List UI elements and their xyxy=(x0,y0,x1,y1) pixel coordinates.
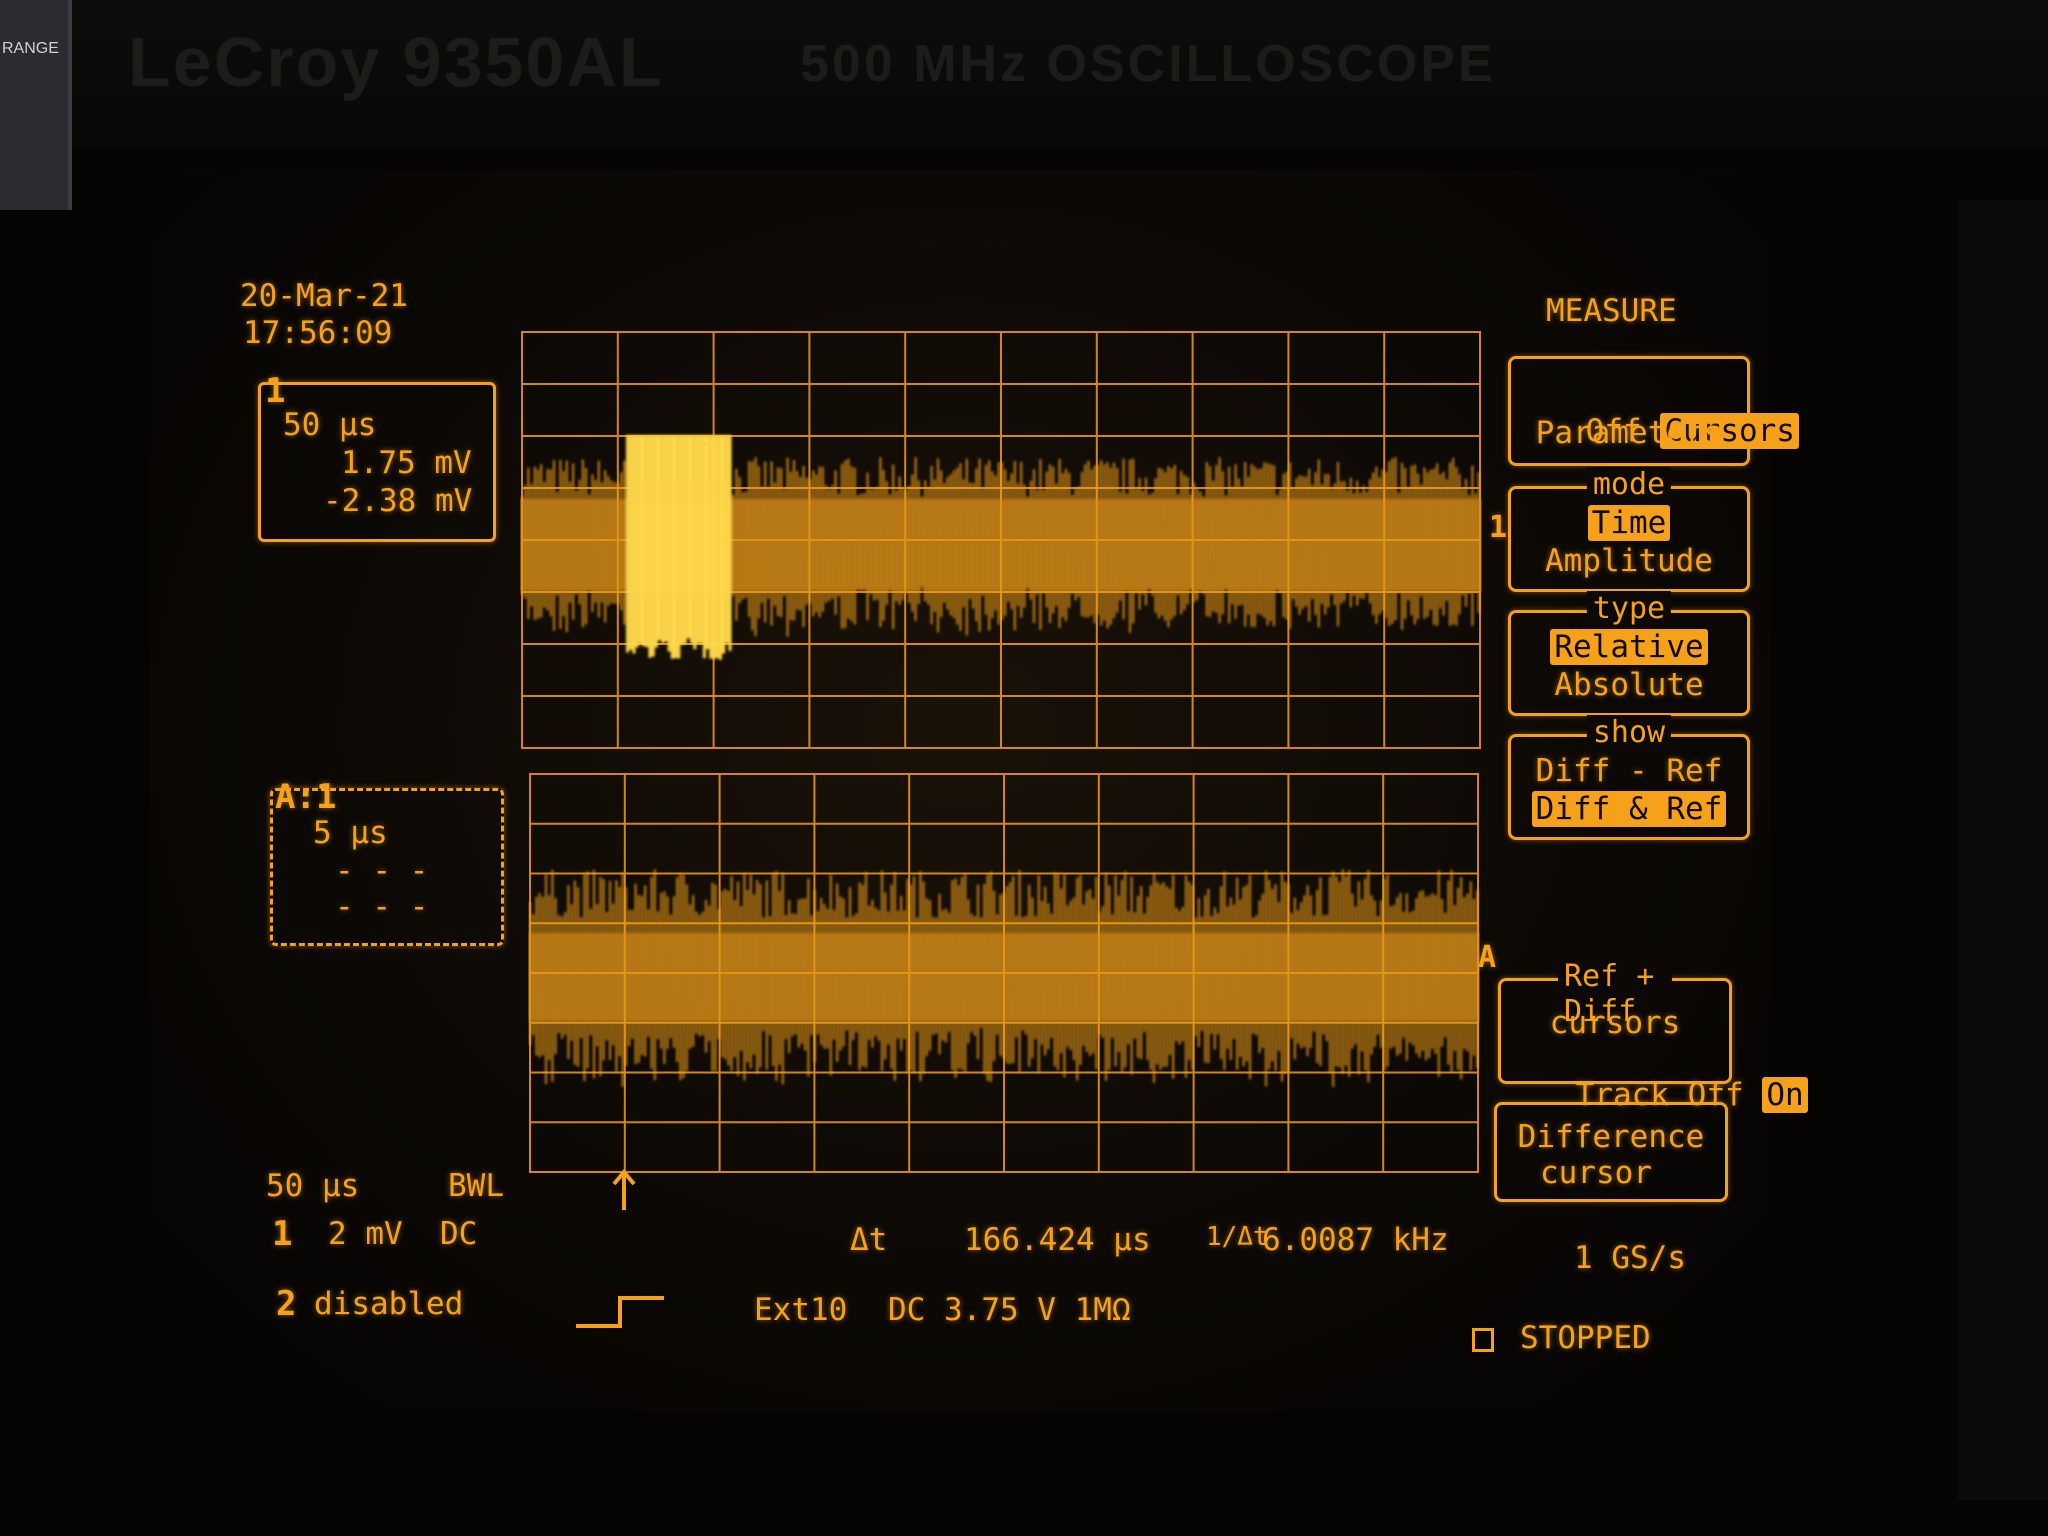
measure-menu-title: MEASURE xyxy=(1546,293,1677,329)
brand-model: LeCroy 9350AL xyxy=(128,23,664,101)
trace1-value2: -2.38 mV xyxy=(323,483,473,519)
type-absolute-option: Absolute xyxy=(1554,667,1704,703)
status-timebase: 50 µs xyxy=(266,1168,360,1204)
trace1-timebase: 50 µs xyxy=(283,407,377,443)
show-button[interactable]: show Diff - Ref Diff & Ref xyxy=(1508,715,1750,840)
trigger-edge-icon xyxy=(576,1296,664,1328)
inverse-delta-t-label: 1/Δt xyxy=(1206,1222,1269,1252)
ch2-number: 2 xyxy=(276,1284,297,1324)
trigger-source: Ext10 xyxy=(754,1292,848,1328)
corner-tag-label: RANGE xyxy=(2,40,59,57)
traceA-timebase: 5 µs xyxy=(313,815,388,851)
mode-amplitude-option: Amplitude xyxy=(1545,543,1713,579)
measure-source-button[interactable]: Off Cursors Parameters xyxy=(1508,356,1799,466)
corner-tag: RANGE xyxy=(0,0,72,210)
ch1-number: 1 xyxy=(272,1214,293,1254)
show-legend: show xyxy=(1586,715,1672,750)
mode-legend: mode xyxy=(1586,467,1672,502)
cursors-label: cursors xyxy=(1549,1005,1681,1041)
track-on-option: On xyxy=(1762,1077,1808,1113)
mode-time-option: Time xyxy=(1587,505,1671,541)
difference-cursor-button[interactable]: Difference cursor xyxy=(1494,1102,1728,1202)
trace1-channel-tag: 1 xyxy=(265,371,286,411)
acquisition-state: STOPPED xyxy=(1520,1320,1651,1356)
brand-description: 500 MHz OSCILLOSCOPE xyxy=(800,35,1496,93)
difference-label: Difference xyxy=(1517,1119,1705,1155)
traceA-marker[interactable]: A xyxy=(1478,940,1496,975)
trace1-marker[interactable]: 1 xyxy=(1489,510,1507,545)
show-diff-minus-ref-option: Diff - Ref xyxy=(1535,753,1723,789)
mode-button[interactable]: mode Time Amplitude xyxy=(1508,467,1750,592)
sample-rate: 1 GS/s xyxy=(1574,1240,1686,1276)
type-button[interactable]: type Relative Absolute xyxy=(1508,591,1750,716)
scope-bezel: RANGE LeCroy 9350AL 500 MHz OSCILLOSCOPE xyxy=(0,0,2048,210)
traceA-value1: - - - xyxy=(335,853,429,889)
delta-t-label: Δt xyxy=(850,1222,888,1258)
trigger-position-arrow xyxy=(612,1168,636,1210)
ch2-setting: disabled xyxy=(314,1286,464,1322)
ch1-setting: 2 mV DC xyxy=(328,1216,478,1252)
traceA-grid xyxy=(528,773,1480,1173)
trace1-value1: 1.75 mV xyxy=(341,445,472,481)
trigger-setting: DC 3.75 V 1MΩ xyxy=(888,1292,1131,1328)
status-bwl: BWL xyxy=(448,1168,504,1204)
bezel-right-edge xyxy=(1958,200,2048,1500)
traceA-value2: - - - xyxy=(335,889,429,925)
traceA-label: A:1 xyxy=(275,777,337,817)
type-legend: type xyxy=(1586,591,1672,626)
delta-t-value: 166.424 µs xyxy=(964,1222,1151,1258)
traceA-info-box[interactable]: A:1 5 µs - - - - - - xyxy=(270,777,504,946)
inverse-delta-t-value: 6.0087 kHz xyxy=(1262,1222,1449,1258)
trace1-grid xyxy=(520,331,1482,749)
option-parameters: Parameters xyxy=(1535,415,1723,451)
track-cursors-button[interactable]: Ref + Diff cursors Track Off On xyxy=(1498,959,1808,1113)
cursor-label: cursor xyxy=(1540,1155,1652,1191)
type-relative-option: Relative xyxy=(1550,629,1708,665)
stopped-square-icon xyxy=(1472,1328,1494,1352)
trace1-info-box[interactable]: 1 50 µs 1.75 mV -2.38 mV xyxy=(258,371,496,542)
time-label: 17:56:09 xyxy=(243,315,393,351)
show-diff-and-ref-option: Diff & Ref xyxy=(1531,791,1727,827)
date-label: 20-Mar-21 xyxy=(240,278,408,314)
